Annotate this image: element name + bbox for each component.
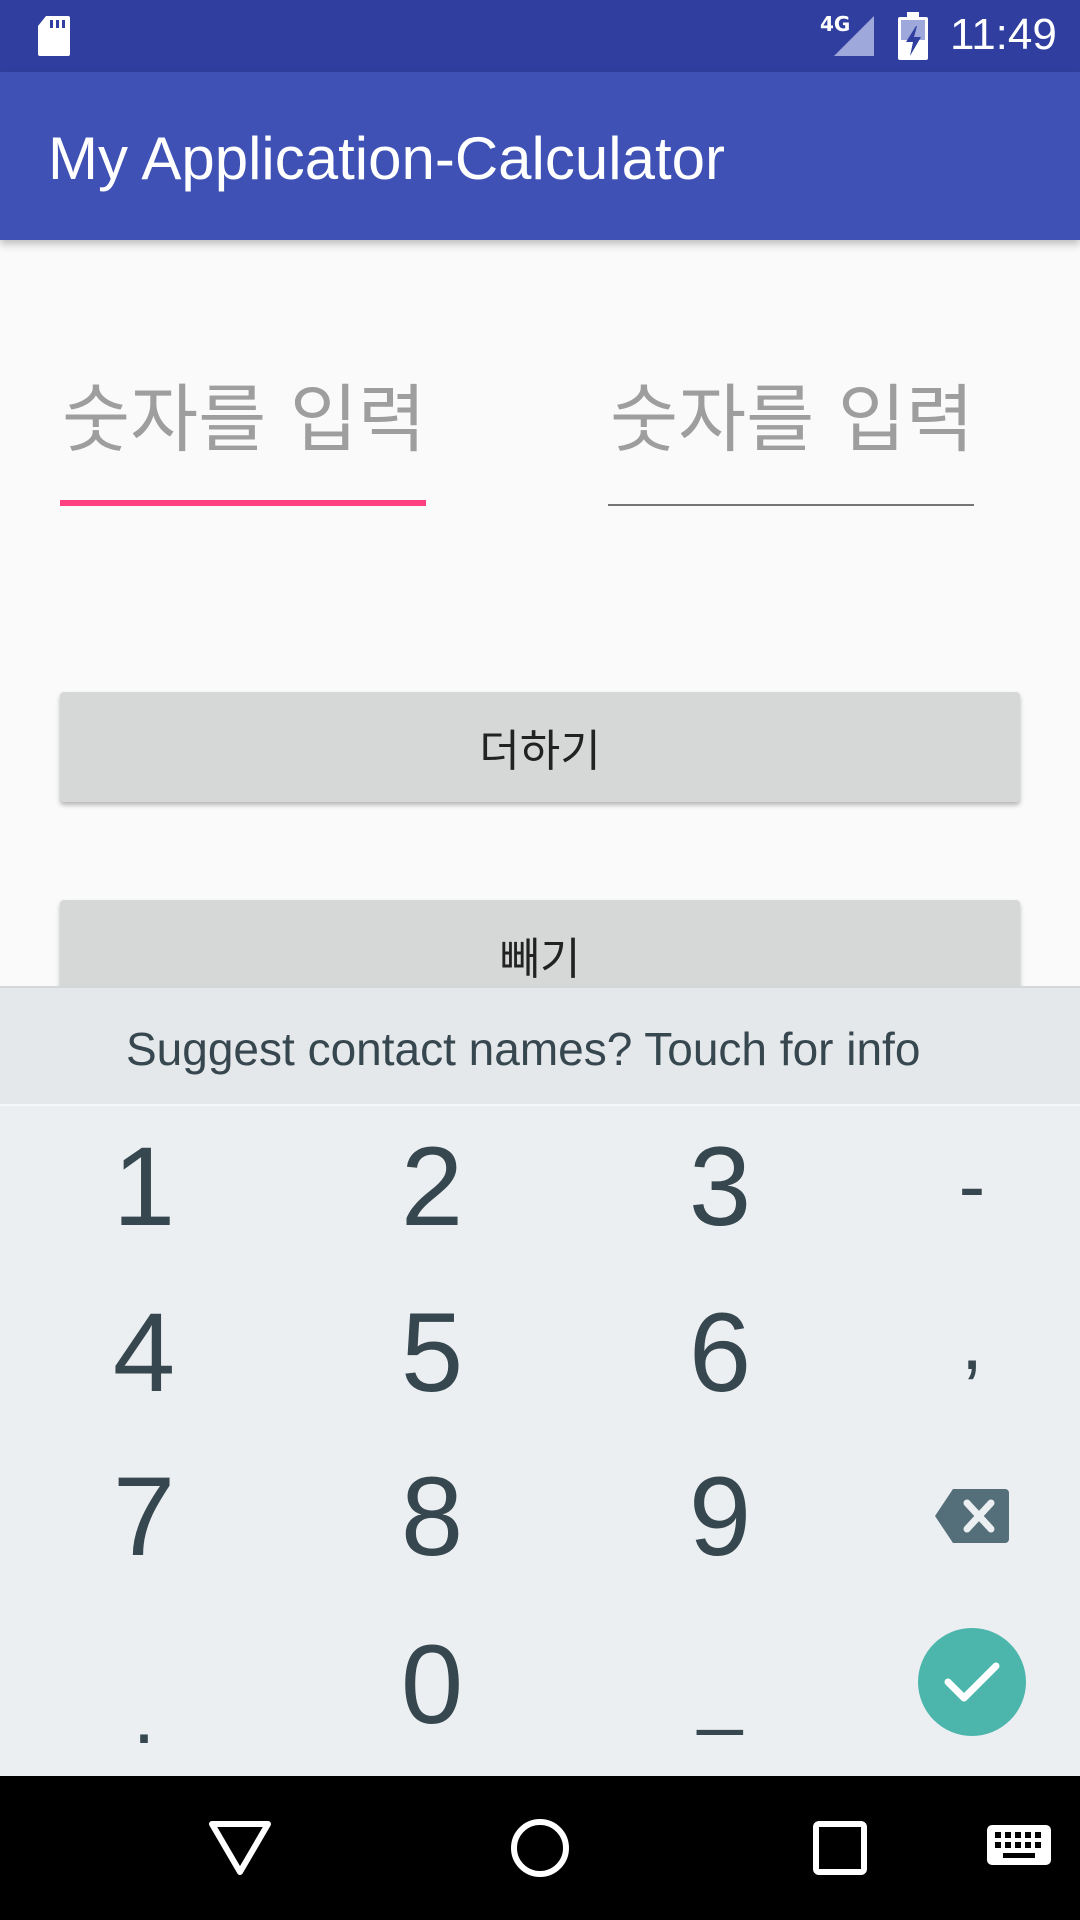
- recents-icon: [813, 1821, 867, 1875]
- clock: 11:49: [950, 10, 1057, 59]
- key-4[interactable]: 4: [24, 1272, 264, 1432]
- key-space[interactable]: _: [600, 1612, 840, 1772]
- back-icon: [209, 1821, 271, 1875]
- number-input-2-underline: [608, 504, 974, 506]
- key-period[interactable]: .: [24, 1636, 264, 1796]
- number-input-2[interactable]: 숫자를 입력: [608, 350, 974, 506]
- key-8[interactable]: 8: [312, 1436, 552, 1596]
- suggestion-text: Suggest contact names? Touch for info: [126, 1023, 921, 1075]
- navigation-bar: [0, 1776, 1080, 1920]
- key-6[interactable]: 6: [600, 1272, 840, 1432]
- status-bar: 4G 11:49: [0, 0, 1080, 72]
- key-2[interactable]: 2: [312, 1106, 552, 1266]
- recents-button[interactable]: [802, 1810, 878, 1886]
- key-1[interactable]: 1: [24, 1106, 264, 1266]
- backspace-key[interactable]: [852, 1436, 1080, 1596]
- suggestion-strip[interactable]: Suggest contact names? Touch for info: [0, 986, 1080, 1106]
- signal-icon: [834, 16, 874, 56]
- app-bar: My Application-Calculator: [0, 72, 1080, 240]
- check-icon: [944, 1662, 1000, 1702]
- battery-charging-icon: [898, 12, 928, 60]
- key-minus[interactable]: -: [852, 1106, 1080, 1266]
- keyboard-switch-button[interactable]: [984, 1810, 1054, 1886]
- sd-card-icon: [38, 16, 70, 56]
- add-button[interactable]: 더하기: [60, 692, 1020, 802]
- home-button[interactable]: [502, 1810, 578, 1886]
- key-0[interactable]: 0: [312, 1604, 552, 1764]
- backspace-icon: [935, 1489, 1009, 1543]
- key-3[interactable]: 3: [600, 1106, 840, 1266]
- number-input-1-underline: [60, 500, 426, 506]
- enter-button[interactable]: [918, 1628, 1026, 1736]
- key-7[interactable]: 7: [24, 1436, 264, 1596]
- back-button[interactable]: [202, 1810, 278, 1886]
- key-comma[interactable]: ,: [852, 1262, 1080, 1422]
- key-5[interactable]: 5: [312, 1272, 552, 1432]
- keyboard-switch-icon: [987, 1825, 1051, 1865]
- number-input-1-placeholder: 숫자를 입력: [62, 377, 426, 463]
- home-icon: [511, 1819, 569, 1877]
- app-title: My Application-Calculator: [48, 125, 725, 192]
- number-input-1[interactable]: 숫자를 입력: [60, 350, 426, 506]
- number-input-2-placeholder: 숫자를 입력: [610, 377, 974, 463]
- key-9[interactable]: 9: [600, 1436, 840, 1596]
